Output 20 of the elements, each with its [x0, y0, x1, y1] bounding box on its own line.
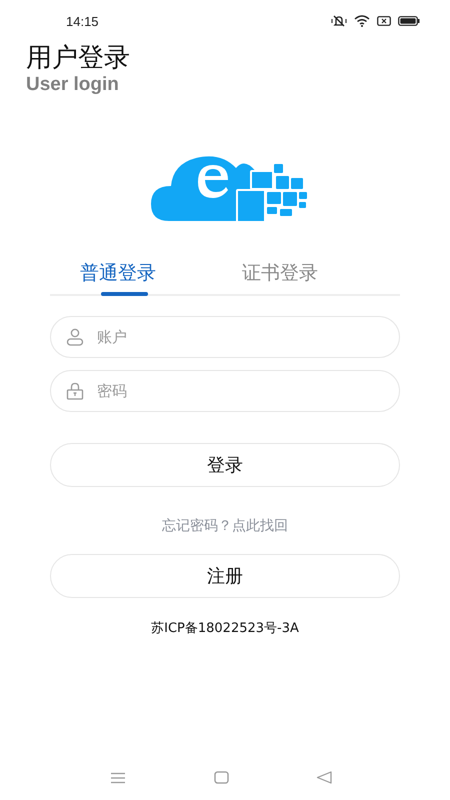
register-button[interactable]: 注册 [50, 554, 400, 598]
back-icon[interactable] [316, 771, 332, 784]
page-title: 用户登录 [26, 42, 131, 74]
home-icon[interactable] [214, 771, 228, 784]
battery-icon [398, 15, 420, 27]
forgot-password-link[interactable]: 忘记密码？点此找回 [162, 517, 288, 535]
input-field[interactable]: 账户 [50, 316, 400, 358]
menu-icon[interactable] [110, 772, 126, 784]
mute-icon [331, 15, 347, 27]
wifi-icon [354, 15, 370, 27]
login-tab[interactable]: 证书登录 [228, 258, 332, 294]
sim-icon [377, 15, 391, 27]
login-button[interactable]: 登录 [50, 443, 400, 487]
page-subtitle: User login [26, 74, 120, 96]
status-time: 14:15 [66, 14, 99, 28]
icp-number: 苏ICP备18022523号-3A [151, 620, 299, 637]
lock-icon [66, 382, 84, 400]
login-tab[interactable]: 普通登录 [66, 258, 170, 294]
user-icon [66, 328, 84, 346]
input-field[interactable]: 密码 [50, 370, 400, 412]
